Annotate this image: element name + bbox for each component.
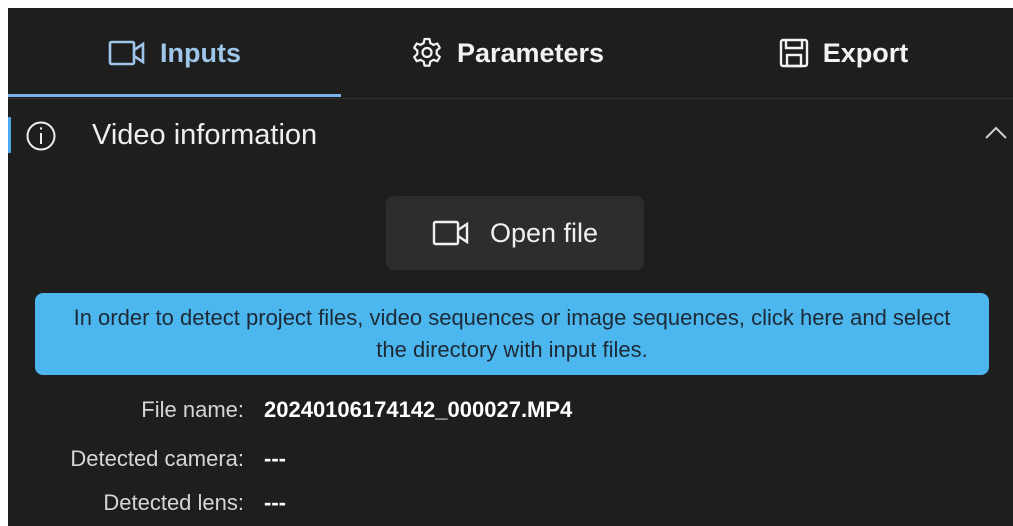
detected-lens-value: --- [264,490,286,515]
tab-bar: Inputs Parameters Export [8,8,1013,99]
open-file-label: Open file [489,217,599,248]
video-camera-icon [108,39,146,67]
video-camera-icon [432,220,470,246]
open-file-button[interactable]: Open file [386,196,644,270]
active-tab-indicator [8,94,341,97]
detected-camera-label: Detected camera: [70,446,244,471]
tab-inputs-label: Inputs [160,37,241,68]
section-accent-bar [8,117,11,153]
detected-lens-row: Detected lens: --- [8,486,1013,520]
file-name-row: File name: 20240106174142_000027.MP4 [8,393,1013,427]
detected-camera-row: Detected camera: --- [8,442,1013,476]
detected-lens-label: Detected lens: [103,490,244,515]
gear-icon [411,37,443,69]
section-title: Video information [92,119,318,151]
banner-text: In order to detect project files, video … [73,305,951,362]
file-name-label: File name: [141,397,244,422]
tab-parameters[interactable]: Parameters [341,8,674,98]
detect-directory-banner[interactable]: In order to detect project files, video … [35,293,989,375]
floppy-disk-icon [779,38,809,68]
detected-camera-value: --- [264,446,286,471]
chevron-up-icon[interactable] [984,125,1008,146]
tab-export-label: Export [822,37,909,68]
tab-parameters-label: Parameters [456,37,605,68]
video-information-header[interactable]: Video information [8,99,1013,171]
app-panel: Inputs Parameters Export Video informati… [8,8,1013,526]
tab-export[interactable]: Export [674,8,1013,98]
tab-inputs[interactable]: Inputs [8,8,341,98]
info-icon [25,120,57,157]
file-name-value: 20240106174142_000027.MP4 [264,397,573,422]
